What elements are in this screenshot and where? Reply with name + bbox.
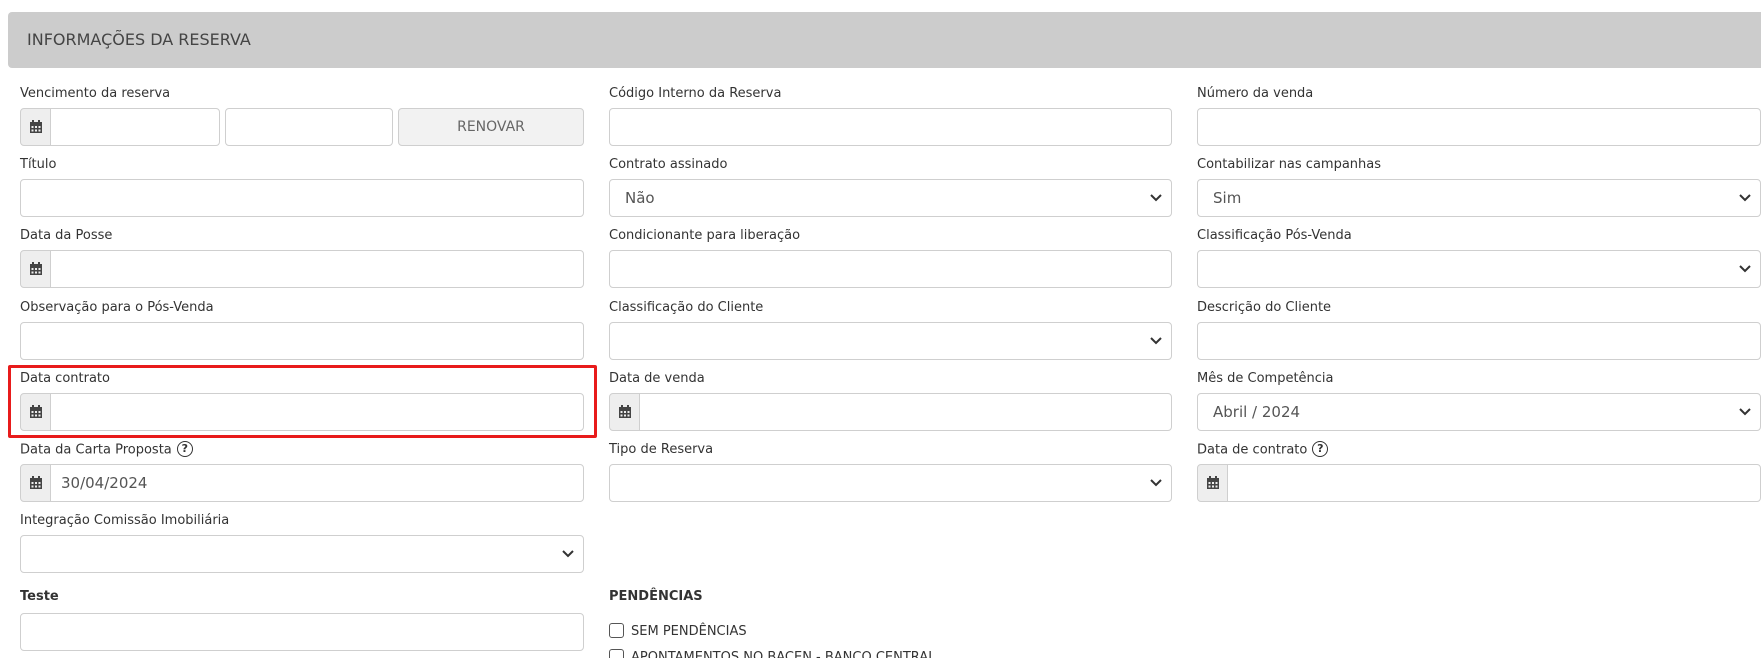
teste-label: Teste xyxy=(20,589,59,604)
calendar-icon xyxy=(1207,476,1219,489)
chevron-down-icon xyxy=(1739,265,1751,273)
calendar-icon xyxy=(30,262,42,275)
data-contrato-calendar-button[interactable] xyxy=(20,393,51,431)
chevron-down-icon xyxy=(1739,194,1751,202)
calendar-icon xyxy=(30,476,42,489)
integracao-select[interactable] xyxy=(20,535,584,573)
classificacao-cliente-select[interactable] xyxy=(609,322,1172,360)
contrato-assinado-label: Contrato assinado xyxy=(609,157,728,172)
vencimento-date-input[interactable] xyxy=(50,108,220,146)
tipo-reserva-label: Tipo de Reserva xyxy=(609,442,714,457)
renovar-button[interactable]: RENOVAR xyxy=(398,108,584,146)
pendencia-item-label: SEM PENDÊNCIAS xyxy=(631,624,747,639)
pendencia-item-label: APONTAMENTOS NO BACEN - BANCO CENTRAL xyxy=(631,650,936,658)
descricao-cliente-label: Descrição do Cliente xyxy=(1197,300,1332,315)
data-contrato-input[interactable] xyxy=(50,393,584,431)
titulo-label: Título xyxy=(20,157,57,172)
contabilizar-label: Contabilizar nas campanhas xyxy=(1197,157,1382,172)
integracao-label: Integração Comissão Imobiliária xyxy=(20,513,230,528)
classificacao-pos-select[interactable] xyxy=(1197,250,1761,288)
calendar-icon xyxy=(30,405,42,418)
data-carta-input[interactable]: 30/04/2024 xyxy=(50,464,584,502)
contabilizar-select[interactable]: Sim xyxy=(1197,179,1761,217)
condicionante-label: Condicionante para liberação xyxy=(609,228,801,243)
tipo-reserva-select[interactable] xyxy=(609,464,1172,502)
data-carta-label-text: Data da Carta Proposta xyxy=(20,442,172,458)
data-de-contrato-input[interactable] xyxy=(1227,464,1761,502)
contabilizar-value: Sim xyxy=(1213,189,1242,207)
data-posse-input[interactable] xyxy=(50,250,584,288)
data-de-contrato-calendar-button[interactable] xyxy=(1197,464,1228,502)
data-carta-calendar-button[interactable] xyxy=(20,464,51,502)
contrato-assinado-select[interactable]: Não xyxy=(609,179,1172,217)
data-venda-calendar-button[interactable] xyxy=(609,393,640,431)
numero-venda-input[interactable] xyxy=(1197,108,1761,146)
descricao-cliente-input[interactable] xyxy=(1197,322,1761,360)
contrato-assinado-value: Não xyxy=(625,189,655,207)
chevron-down-icon xyxy=(1150,479,1162,487)
calendar-icon xyxy=(619,405,631,418)
pendencia-item[interactable]: SEM PENDÊNCIAS xyxy=(609,623,747,640)
help-circle-icon[interactable]: ? xyxy=(176,441,193,457)
checkbox[interactable] xyxy=(609,649,624,658)
calendar-icon xyxy=(30,120,42,133)
section-title: INFORMAÇÕES DA RESERVA xyxy=(27,30,251,49)
chevron-down-icon xyxy=(1739,408,1751,416)
numero-venda-label: Número da venda xyxy=(1197,86,1314,101)
classificacao-pos-label: Classificação Pós-Venda xyxy=(1197,228,1352,243)
condicionante-input[interactable] xyxy=(609,250,1172,288)
help-circle-icon[interactable]: ? xyxy=(1312,441,1329,457)
data-de-contrato-label-text: Data de contrato xyxy=(1197,442,1308,458)
mes-competencia-label: Mês de Competência xyxy=(1197,371,1334,386)
pendencias-label: PENDÊNCIAS xyxy=(609,589,703,604)
titulo-input[interactable] xyxy=(20,179,584,217)
pendencia-item[interactable]: APONTAMENTOS NO BACEN - BANCO CENTRAL xyxy=(609,649,936,658)
data-carta-label: Data da Carta Proposta? xyxy=(20,441,193,459)
chevron-down-icon xyxy=(562,550,574,558)
data-posse-calendar-button[interactable] xyxy=(20,250,51,288)
checkbox[interactable] xyxy=(609,623,624,638)
data-venda-label: Data de venda xyxy=(609,371,705,386)
data-posse-label: Data da Posse xyxy=(20,228,113,243)
teste-input[interactable] xyxy=(20,613,584,651)
classificacao-cliente-label: Classificação do Cliente xyxy=(609,300,764,315)
chevron-down-icon xyxy=(1150,194,1162,202)
mes-competencia-select[interactable]: Abril / 2024 xyxy=(1197,393,1761,431)
mes-competencia-value: Abril / 2024 xyxy=(1213,403,1301,421)
data-contrato-label: Data contrato xyxy=(20,371,110,386)
codigo-label: Código Interno da Reserva xyxy=(609,86,782,101)
data-de-contrato-label: Data de contrato? xyxy=(1197,441,1329,459)
chevron-down-icon xyxy=(1150,337,1162,345)
vencimento-calendar-button[interactable] xyxy=(20,108,51,146)
data-venda-input[interactable] xyxy=(639,393,1172,431)
vencimento-label: Vencimento da reserva xyxy=(20,86,171,101)
vencimento-time-input[interactable] xyxy=(225,108,393,146)
obs-pos-venda-label: Observação para o Pós-Venda xyxy=(20,300,214,315)
section-header: INFORMAÇÕES DA RESERVA xyxy=(8,12,1761,68)
codigo-input[interactable] xyxy=(609,108,1172,146)
obs-pos-venda-input[interactable] xyxy=(20,322,584,360)
